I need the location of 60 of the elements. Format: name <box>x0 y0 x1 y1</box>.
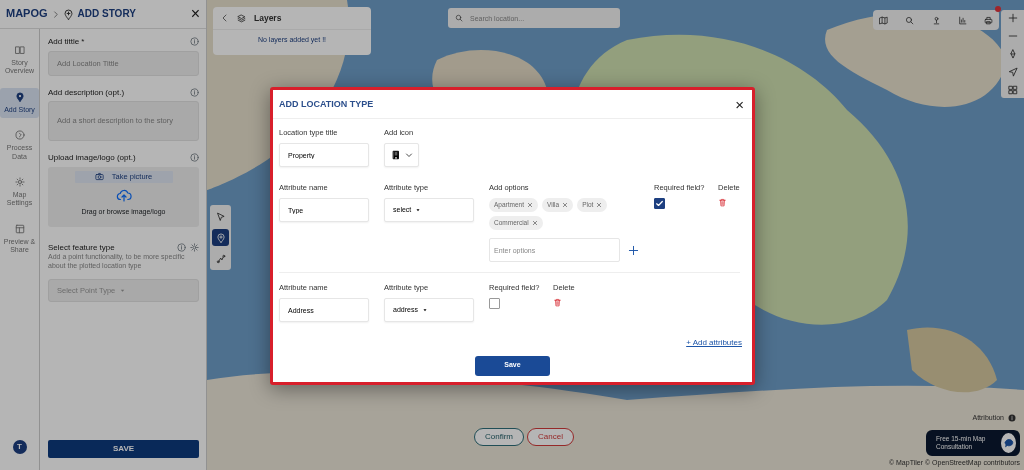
chevron-down-icon <box>404 151 413 159</box>
icon-picker[interactable] <box>384 143 419 167</box>
cancel-button[interactable]: Cancel <box>527 428 574 446</box>
chart-icon[interactable] <box>957 15 967 25</box>
search-icon[interactable] <box>905 15 915 25</box>
field-label: Add description (opt.) <box>48 87 125 98</box>
locate-icon[interactable] <box>1007 67 1018 77</box>
field-label: Add tittle * <box>48 37 85 47</box>
user-avatar[interactable]: T <box>12 440 27 454</box>
settings-icon[interactable] <box>190 243 199 253</box>
remove-icon[interactable] <box>562 202 569 208</box>
chevron-right-icon[interactable] <box>51 10 59 18</box>
caret-icon <box>421 307 428 313</box>
print-icon[interactable] <box>984 15 993 25</box>
trash-icon[interactable] <box>553 298 562 307</box>
chat-icon <box>1003 438 1014 448</box>
panel-heading: Layers <box>254 12 282 24</box>
search-icon <box>455 14 463 22</box>
add-icon[interactable] <box>628 244 639 256</box>
pin-icon[interactable] <box>931 15 941 25</box>
panel-title: ADD STORY <box>77 8 136 20</box>
remove-icon[interactable] <box>527 202 533 208</box>
basemap-icon[interactable] <box>1007 85 1018 95</box>
close-button[interactable]: × <box>190 6 200 22</box>
zoom-in-icon[interactable] <box>1007 13 1018 23</box>
pin-icon <box>14 91 25 102</box>
layout-icon <box>14 223 25 234</box>
check-icon <box>655 199 664 208</box>
remove-icon[interactable] <box>596 202 603 208</box>
field-label: Select feature type <box>48 242 115 253</box>
pointer-icon <box>215 211 226 222</box>
book-icon <box>14 45 25 55</box>
close-button[interactable]: × <box>735 96 744 112</box>
remove-icon[interactable] <box>531 220 538 226</box>
polyline-icon <box>215 253 226 264</box>
logo: MAPOG <box>6 7 48 21</box>
back-icon[interactable] <box>221 14 229 22</box>
save-button[interactable]: SAVE <box>48 440 199 458</box>
notification-dot <box>995 6 1001 12</box>
gear-icon <box>14 176 25 187</box>
confirm-button[interactable]: Confirm <box>474 428 524 446</box>
pin-plus-icon <box>215 232 226 243</box>
info-icon[interactable] <box>190 87 199 97</box>
building-icon <box>390 150 401 160</box>
info-icon[interactable] <box>190 37 199 47</box>
caret-icon <box>415 207 422 213</box>
required-checkbox[interactable] <box>489 298 500 309</box>
map-icon[interactable] <box>879 15 888 25</box>
field-label: Upload image/logo (opt.) <box>48 153 136 163</box>
pin-plus-icon <box>62 8 74 20</box>
info-icon[interactable] <box>190 153 199 163</box>
dialog-title: ADD LOCATION TYPE <box>279 98 374 110</box>
trash-icon[interactable] <box>718 198 727 207</box>
tool-button[interactable] <box>212 229 229 246</box>
info-icon[interactable] <box>177 243 186 253</box>
camera-icon <box>94 172 104 182</box>
add-attributes-link[interactable]: + Add attributes <box>686 338 742 348</box>
layers-icon <box>237 13 246 23</box>
info-icon[interactable] <box>1008 414 1016 423</box>
required-checkbox[interactable] <box>654 198 665 209</box>
